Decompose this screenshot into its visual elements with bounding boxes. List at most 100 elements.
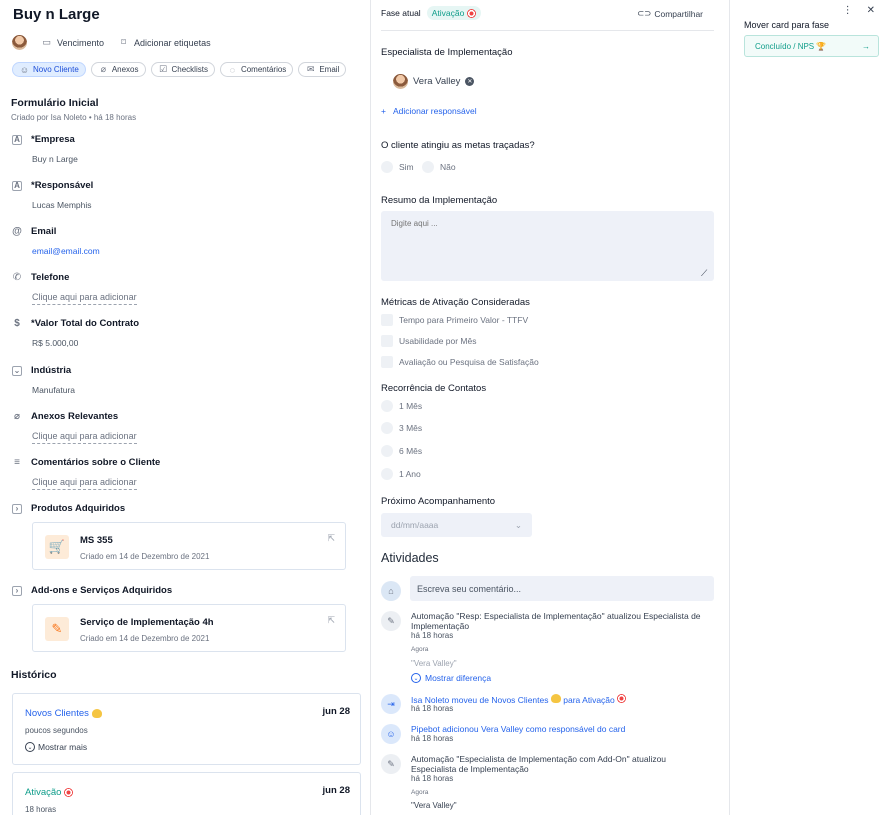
field-responsavel: A *Responsável Lucas Memphis — [12, 180, 352, 210]
pencil-icon: ✎ — [381, 754, 401, 774]
field-produtos: › Produtos Adquiridos — [12, 503, 352, 514]
show-diff-button[interactable]: ⌄ Mostrar diferença — [411, 673, 491, 683]
field-anexos: ⌀ Anexos Relevantes Clique aqui para adic… — [12, 411, 352, 444]
field-empresa: A *Empresa Buy n Large — [12, 134, 352, 164]
at-icon: @ — [12, 226, 22, 237]
share-button[interactable]: ⊂⊃ Compartilhar — [637, 8, 703, 19]
target-emoji-icon — [617, 694, 627, 703]
magic-wand-icon: ✎ — [45, 617, 69, 641]
field-industria-value[interactable]: Manufatura — [32, 385, 352, 395]
recurrence-label: Recorrência de Contatos — [381, 383, 487, 394]
heart-emoji-icon — [550, 694, 561, 703]
tab-email[interactable]: ✉ Email — [298, 62, 347, 77]
checkbox-metric[interactable]: Avaliação ou Pesquisa de Satisfação — [381, 356, 539, 368]
next-followup-label: Próximo Acompanhamento — [381, 496, 496, 507]
field-email-value[interactable]: email@email.com — [32, 246, 352, 256]
checkbox-metric[interactable]: Tempo para Primeiro Valor - TTFV — [381, 314, 528, 326]
show-more-button[interactable]: ⌄ Mostrar mais — [25, 742, 87, 752]
tab-anexos[interactable]: ⌀ Anexos — [90, 62, 146, 77]
field-addons: › Add-ons e Serviços Adquiridos — [12, 585, 352, 596]
form-title: Formulário Inicial — [11, 97, 99, 109]
specialist-label: Especialista de Implementação — [381, 47, 513, 58]
comment-icon: ◌ — [229, 64, 236, 75]
history-when: poucos segundos — [25, 726, 88, 735]
product-card[interactable]: 🛒 MS 355 Criado em 14 de Dezembro de 202… — [32, 522, 346, 570]
metrics-label: Métricas de Ativação Consideradas — [381, 297, 530, 308]
addon-card[interactable]: ✎ Serviço de Implementação 4h Criado em … — [32, 604, 346, 652]
user-add-icon: ☺ — [381, 724, 401, 744]
card-tabs: ☺ Novo Cliente ⌀ Anexos ☑ Checklists ◌ Comen… — [12, 62, 347, 77]
heart-emoji-icon — [91, 709, 102, 718]
comment-input[interactable]: Escreva seu comentário... — [410, 576, 714, 601]
field-anexos-add[interactable]: Clique aqui para adicionar — [32, 431, 137, 444]
radio-recurrence[interactable]: 1 Mês — [381, 400, 422, 412]
more-options-icon[interactable]: ⋮ — [843, 5, 853, 16]
history-item: Novos Clientes jun 28 poucos segundos ⌄ M… — [12, 693, 361, 765]
paperclip-icon: ⌀ — [13, 411, 21, 422]
summary-label: Resumo da Implementação — [381, 195, 498, 206]
move-panel: ⋮ ✕ Mover card para fase Concluído / NPS… — [730, 0, 887, 815]
calendar-icon: ▭ — [42, 37, 51, 47]
card-details-panel: Buy n Large ▭ Vencimento ⌑ Adicionar eti… — [0, 0, 371, 815]
plus-icon: + — [381, 106, 386, 116]
activity-item: ✎ Automação "Resp: Especialista de Imple… — [381, 611, 711, 686]
checkbox-metric[interactable]: Usabilidade por Mês — [381, 335, 476, 347]
field-responsavel-value[interactable]: Lucas Memphis — [32, 200, 352, 210]
text-field-icon: A — [12, 134, 22, 145]
assignee-chip: Vera Valley ✕ — [393, 74, 475, 89]
move-icon: ⇥ — [381, 694, 401, 714]
resize-handle-icon[interactable]: ⟋ — [701, 268, 707, 279]
card-title[interactable]: Buy n Large — [13, 6, 100, 23]
add-tags-button[interactable]: ⌑ Adicionar etiquetas — [118, 37, 210, 48]
product-date: Criado em 14 de Dezembro de 2021 — [80, 552, 210, 561]
addon-date: Criado em 14 de Dezembro de 2021 — [80, 634, 210, 643]
current-phase: Fase atual Ativação — [381, 6, 482, 20]
radio-recurrence[interactable]: 3 Mês — [381, 422, 422, 434]
move-to-phase-button[interactable]: Concluído / NPS 🏆 → — [744, 35, 879, 57]
external-link-icon[interactable]: ⇱ — [327, 615, 335, 626]
field-industria: ⌄ Indústria Manufatura — [12, 365, 352, 395]
remove-icon[interactable]: ✕ — [465, 77, 475, 86]
chevron-down-icon: ⌄ — [514, 519, 522, 530]
history-date: jun 28 — [322, 706, 350, 717]
phone-icon: ✆ — [12, 272, 22, 283]
pencil-icon: ✎ — [381, 611, 401, 631]
mail-icon: ✉ — [307, 64, 315, 74]
radio-sim[interactable]: Sim — [381, 161, 414, 173]
tab-comentarios[interactable]: ◌ Comentários — [219, 62, 294, 77]
chevron-down-icon: ⌄ — [25, 742, 35, 752]
target-emoji-icon — [64, 788, 74, 797]
target-emoji-icon — [467, 8, 477, 18]
summary-textarea[interactable] — [381, 211, 714, 281]
phase-panel: Fase atual Ativação ⊂⊃ Compartilhar Espec… — [371, 0, 730, 815]
history-when: 18 horas — [25, 805, 57, 814]
field-valor: $ *Valor Total do Contrato R$ 5.000,00 — [12, 318, 352, 348]
trophy-icon: 🏆 — [816, 41, 827, 51]
due-date-button[interactable]: ▭ Vencimento — [41, 37, 104, 48]
radio-recurrence[interactable]: 6 Mês — [381, 445, 422, 457]
chevron-down-icon: ⌄ — [411, 673, 421, 683]
paragraph-icon: ≡ — [14, 457, 20, 468]
divider — [381, 30, 714, 31]
tab-novo-cliente[interactable]: ☺ Novo Cliente — [12, 62, 86, 77]
add-responsible-button[interactable]: + Adicionar responsável — [381, 106, 477, 116]
field-empresa-value[interactable]: Buy n Large — [32, 154, 352, 164]
link-icon: ⊂⊃ — [637, 8, 652, 18]
field-valor-value[interactable]: R$ 5.000,00 — [32, 338, 352, 348]
radio-recurrence[interactable]: 1 Ano — [381, 468, 421, 480]
user-avatar-icon: ⌂ — [381, 581, 401, 601]
field-comentarios-add[interactable]: Clique aqui para adicionar — [32, 477, 137, 490]
tab-checklists[interactable]: ☑ Checklists — [150, 62, 215, 77]
card-meta-row: ▭ Vencimento ⌑ Adicionar etiquetas — [12, 35, 211, 50]
date-input[interactable]: dd/mm/aaaa ⌄ — [381, 513, 532, 537]
tag-icon: ⌑ — [121, 37, 126, 47]
paperclip-icon: ⌀ — [100, 64, 107, 74]
external-link-icon[interactable]: ⇱ — [327, 533, 335, 544]
avatar[interactable] — [12, 35, 27, 50]
field-telefone-add[interactable]: Clique aqui para adicionar — [32, 292, 137, 305]
radio-nao[interactable]: Não — [422, 161, 456, 173]
close-icon[interactable]: ✕ — [867, 5, 875, 16]
phase-badge[interactable]: Ativação — [426, 6, 482, 20]
select-icon: ⌄ — [12, 365, 22, 376]
field-comentarios: ≡ Comentários sobre o Cliente Clique aqui… — [12, 457, 352, 490]
